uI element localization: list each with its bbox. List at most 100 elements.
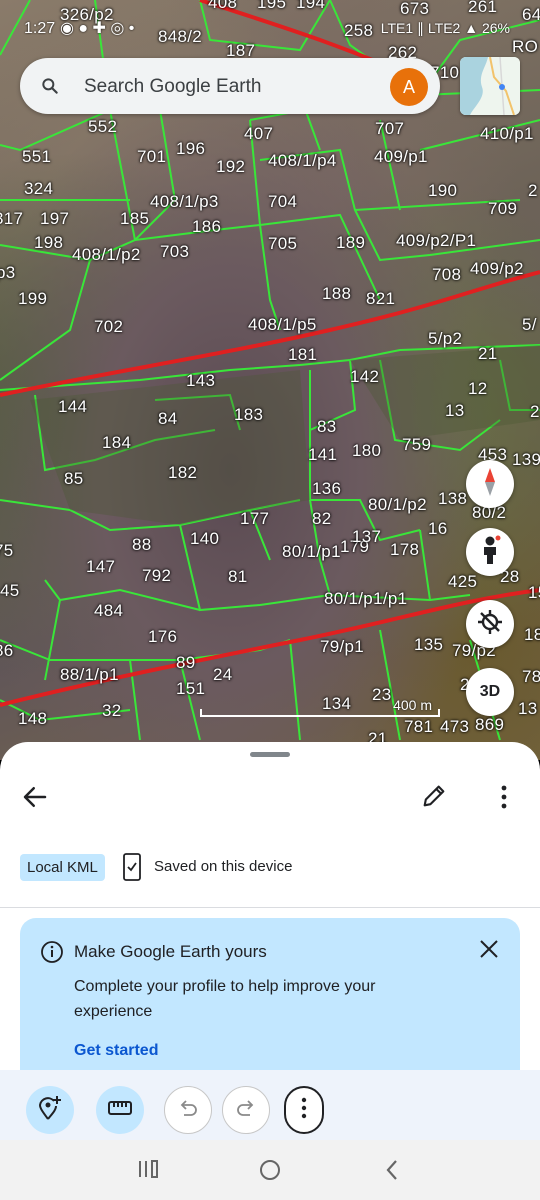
parcel-label: 409/p2/P1 — [396, 231, 477, 250]
parcel-label: 821 — [366, 289, 396, 308]
undo-button[interactable] — [164, 1086, 212, 1134]
local-kml-chip: Local KML — [20, 854, 105, 881]
parcel-label: 709 — [488, 199, 518, 218]
compass-icon — [478, 466, 502, 503]
minimap-thumbnail[interactable] — [460, 57, 520, 115]
parcel-label: 148 — [18, 709, 48, 728]
parcel-label: 84 — [158, 409, 178, 428]
add-placemark-button[interactable] — [26, 1086, 74, 1134]
parcel-label: 425 — [448, 572, 478, 591]
info-icon — [40, 940, 64, 969]
parcel-label: 5/ — [522, 315, 537, 334]
avatar[interactable]: A — [390, 68, 428, 106]
pencil-icon[interactable] — [420, 782, 448, 815]
parcel-label: 410/p1 — [480, 124, 534, 143]
parcel-label: 21 — [478, 344, 498, 363]
parcel-label: 702 — [94, 317, 124, 336]
search-bar[interactable]: Search Google Earth A — [20, 58, 440, 114]
parcel-label: 409/p2 — [470, 259, 524, 278]
system-nav-bar — [0, 1140, 540, 1200]
recent-apps-icon[interactable] — [137, 1158, 159, 1185]
drag-handle[interactable] — [250, 752, 290, 757]
parcel-label: 192 — [216, 157, 246, 176]
parcel-label: 135 — [414, 635, 444, 654]
arrow-back-icon[interactable] — [20, 782, 50, 817]
ruler-icon — [107, 1098, 133, 1123]
parcel-label: 180 — [352, 441, 382, 460]
parcel-label: 196 — [176, 139, 206, 158]
parcel-label: 85 — [64, 469, 84, 488]
3d-toggle-button[interactable]: 3D — [466, 668, 514, 716]
parcel-label: 80/1/p1 — [282, 542, 341, 561]
undo-icon — [177, 1097, 199, 1124]
parcel-label: 197 — [40, 209, 70, 228]
parcel-label: 147 — [86, 557, 116, 576]
street-view-button[interactable] — [466, 528, 514, 576]
parcel-label: 188 — [322, 284, 352, 303]
parcel-label: 78 — [522, 667, 540, 686]
parcel-label: 80/1/p1/p1 — [324, 589, 408, 608]
parcel-label: 82 — [312, 509, 332, 528]
network-status: LTE1 ∥ LTE2 ▲ 26% — [380, 20, 510, 36]
parcel-label: 408/1/p4 — [268, 151, 337, 170]
parcel-label: 141 — [308, 445, 338, 464]
parcel-label: 189 — [336, 233, 366, 252]
get-started-link[interactable]: Get started — [74, 1042, 158, 1060]
parcel-label: 190 — [428, 181, 458, 200]
search-placeholder: Search Google Earth — [84, 76, 262, 97]
parcel-label: 138 — [438, 489, 468, 508]
measure-button[interactable] — [96, 1086, 144, 1134]
divider — [0, 907, 540, 908]
parcel-label: 136 — [312, 479, 342, 498]
parcel-label: 32 — [102, 701, 122, 720]
parcel-label: 408/1/p5 — [248, 315, 317, 334]
parcel-label: 408/1/p3 — [150, 192, 219, 211]
promo-description: Complete your profile to help improve yo… — [74, 978, 376, 1020]
promo-title: Make Google Earth yours — [74, 942, 267, 961]
parcel-label: 551 — [22, 147, 52, 166]
parcel-label: 143 — [186, 371, 216, 390]
scale-bar: 400 m — [200, 697, 440, 717]
parcel-label: 182 — [168, 463, 198, 482]
close-icon[interactable] — [478, 938, 500, 965]
parcel-label: 199 — [18, 289, 48, 308]
redo-button[interactable] — [222, 1086, 270, 1134]
map-view[interactable]: 326/p2 848/2 408 195 194 258 673 261 64 … — [0, 0, 540, 760]
parcel-label: 5/p2 — [428, 329, 463, 348]
parcel-label: 2 — [530, 402, 540, 421]
compass-button[interactable] — [466, 460, 514, 508]
parcel-label: 552 — [88, 117, 118, 136]
parcel-label: 140 — [190, 529, 220, 548]
parcel-label: 137 — [352, 527, 382, 546]
parcel-label: 183 — [234, 405, 264, 424]
parcel-label: RO — [512, 37, 539, 56]
saved-status: Saved on this device — [122, 852, 292, 886]
parcel-label: 759 — [402, 435, 432, 454]
location-button[interactable] — [466, 600, 514, 648]
more-vert-icon[interactable] — [494, 784, 514, 815]
parcel-label: 701 — [137, 147, 167, 166]
parcel-label: 144 — [58, 397, 88, 416]
home-icon[interactable] — [258, 1158, 282, 1187]
parcel-label: 16 — [428, 519, 448, 538]
status-time: 1:27 — [24, 20, 56, 37]
parcel-label: 407 — [244, 124, 274, 143]
parcel-label: 869 — [475, 715, 505, 734]
parcel-label: 75 — [0, 541, 14, 560]
parcel-label: 88 — [132, 535, 152, 554]
parcel-label: 79/p1 — [320, 637, 365, 656]
parcel-label: 24 — [213, 665, 233, 684]
parcel-label: 178 — [390, 540, 420, 559]
parcel-label: 484 — [94, 601, 124, 620]
parcel-label: 184 — [102, 433, 132, 452]
more-options-button[interactable] — [284, 1086, 324, 1134]
more-vert-icon — [300, 1097, 308, 1124]
parcel-label: 139 — [512, 450, 540, 469]
parcel-label: 12 — [468, 379, 488, 398]
parcel-label: 187 — [226, 41, 256, 60]
parcel-label: 708 — [432, 265, 462, 284]
parcel-label: 181 — [288, 345, 318, 364]
back-nav-icon[interactable] — [383, 1158, 401, 1187]
parcel-label: 45 — [0, 581, 20, 600]
parcel-label: 317 — [0, 209, 24, 228]
